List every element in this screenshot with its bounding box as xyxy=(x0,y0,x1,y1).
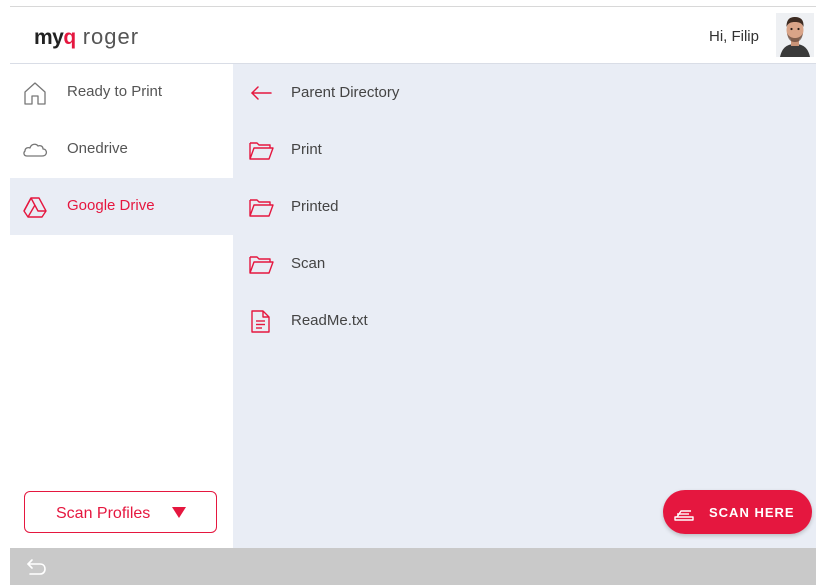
row-label: Print xyxy=(291,141,322,158)
folder-icon xyxy=(248,194,274,220)
file-row-readme[interactable]: ReadMe.txt xyxy=(233,292,816,349)
parent-directory-row[interactable]: Parent Directory xyxy=(233,64,816,121)
scan-profiles-dropdown[interactable]: Scan Profiles xyxy=(24,491,217,533)
scan-here-label: SCAN HERE xyxy=(709,505,795,520)
sidebar-item-label: Ready to Print xyxy=(67,83,163,100)
row-label: Printed xyxy=(291,198,339,215)
scanner-icon xyxy=(673,502,695,522)
myq-roger-logo: myq roger xyxy=(34,24,140,49)
folder-row-print[interactable]: Print xyxy=(233,121,816,178)
back-icon[interactable] xyxy=(25,557,47,577)
logo-myq: myq xyxy=(34,26,76,49)
folder-icon xyxy=(248,137,274,163)
row-label: Parent Directory xyxy=(291,84,400,101)
google-drive-icon xyxy=(22,194,48,220)
scan-profiles-label: Scan Profiles xyxy=(56,505,151,522)
file-browser: Parent Directory Print Printed Scan Read… xyxy=(233,64,816,548)
user-greeting: Hi, Filip xyxy=(708,28,759,45)
folder-icon xyxy=(248,251,274,277)
arrow-left-icon xyxy=(248,80,274,106)
sidebar-item-label: Onedrive xyxy=(67,140,128,157)
row-label: Scan xyxy=(291,255,326,272)
avatar[interactable] xyxy=(776,13,814,57)
sidebar-item-google-drive[interactable]: Google Drive xyxy=(10,178,233,235)
folder-row-scan[interactable]: Scan xyxy=(233,235,816,292)
sidebar-item-ready-to-print[interactable]: Ready to Print xyxy=(10,64,233,121)
logo-q-letter: q xyxy=(63,26,76,49)
sidebar-item-label: Google Drive xyxy=(67,197,155,214)
bottom-bar xyxy=(10,548,816,585)
sidebar-item-onedrive[interactable]: Onedrive xyxy=(10,121,233,178)
file-icon xyxy=(248,308,274,334)
cloud-icon xyxy=(22,137,48,163)
caret-down-icon xyxy=(171,504,187,520)
folder-row-printed[interactable]: Printed xyxy=(233,178,816,235)
row-label: ReadMe.txt xyxy=(291,312,368,329)
header: myq roger Hi, Filip xyxy=(10,7,816,64)
home-icon xyxy=(22,80,48,106)
sidebar: Ready to Print Onedrive Google Drive Sca… xyxy=(10,64,233,548)
logo-roger: roger xyxy=(82,24,140,49)
scan-here-button[interactable]: SCAN HERE xyxy=(663,490,812,534)
